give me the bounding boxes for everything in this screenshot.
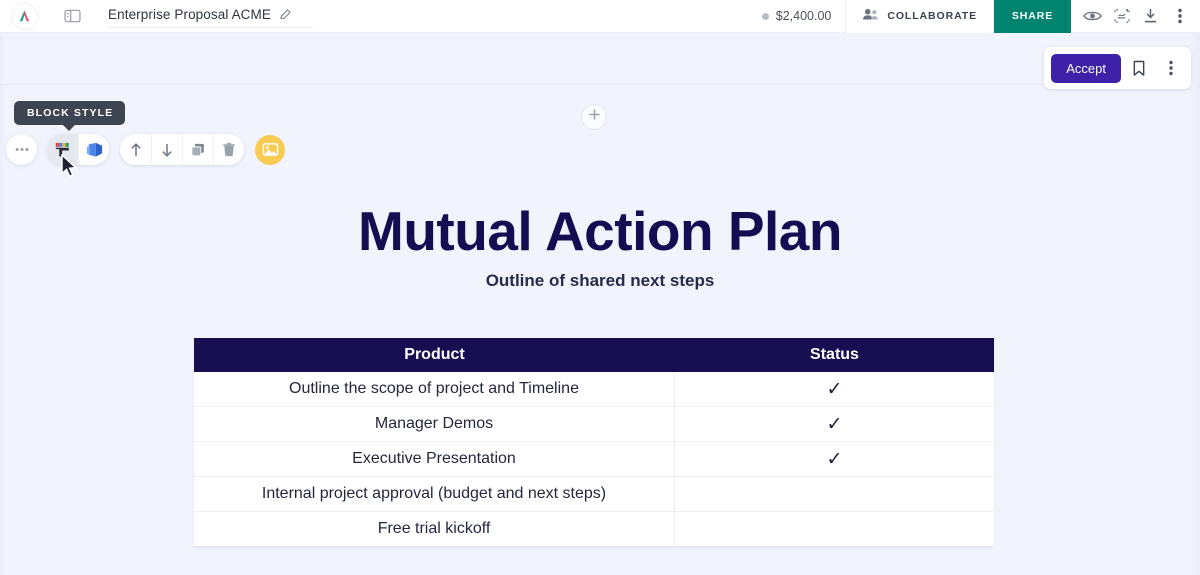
table-row[interactable]: Executive Presentation ✓ (194, 442, 994, 477)
cell-product: Manager Demos (194, 407, 675, 441)
table-header-row: Product Status (194, 338, 994, 372)
cell-product: Executive Presentation (194, 442, 675, 476)
app-logo[interactable] (7, 3, 41, 29)
table-row[interactable]: Internal project approval (budget and ne… (194, 477, 994, 512)
block-insert-divider (0, 84, 1200, 85)
bookmark-icon[interactable] (1125, 53, 1153, 83)
column-header-status: Status (810, 346, 859, 363)
add-block-button[interactable] (581, 104, 607, 130)
block-style-group (47, 134, 109, 165)
eye-icon[interactable] (1078, 0, 1107, 33)
page-subtitle: Outline of shared next steps (485, 271, 715, 290)
share-label: SHARE (1011, 10, 1054, 22)
image-icon[interactable] (255, 134, 285, 165)
more-vertical-icon[interactable] (1165, 0, 1194, 33)
price-status-dot (761, 12, 769, 20)
accept-button[interactable]: Accept (1051, 53, 1121, 83)
app-logo-icon (11, 3, 37, 29)
paint-roller-icon[interactable] (47, 134, 78, 165)
block-style-tooltip: BLOCK STYLE (14, 101, 126, 131)
document-canvas: BLOCK STYLE Accept Mutual Action Plan Ou… (0, 33, 1200, 575)
page-title: Mutual Action Plan (358, 200, 842, 262)
cell-product: Outline the scope of project and Timelin… (194, 372, 675, 406)
column-header-product: Product (404, 346, 465, 363)
trash-icon[interactable] (213, 134, 244, 165)
cell-status (675, 477, 994, 511)
plus-icon (588, 108, 601, 126)
cell-status: ✓ (826, 448, 843, 470)
block-actions-group (120, 134, 244, 165)
cell-status: ✓ (826, 378, 843, 400)
cell-status: ✓ (826, 413, 843, 435)
document-title-field[interactable]: Enterprise Proposal ACME (108, 4, 313, 28)
arrow-down-icon[interactable] (151, 134, 182, 165)
accept-panel: Accept (1044, 47, 1191, 89)
ellipsis-icon[interactable] (6, 134, 37, 165)
app-header: Enterprise Proposal ACME $2,400.00 COLLA… (0, 0, 1200, 33)
collaborate-button[interactable]: COLLABORATE (845, 0, 994, 33)
table-body: Outline the scope of project and Timelin… (194, 372, 994, 547)
document-title-text: Enterprise Proposal ACME (108, 7, 271, 22)
more-vertical-icon[interactable] (1157, 53, 1185, 83)
cell-product: Free trial kickoff (194, 512, 675, 546)
cell-product: Internal project approval (budget and ne… (194, 477, 675, 511)
share-button[interactable]: SHARE (994, 0, 1071, 33)
layers-icon[interactable] (78, 134, 109, 165)
arrow-up-icon[interactable] (120, 134, 151, 165)
tooltip-label: BLOCK STYLE (27, 107, 114, 119)
table-row[interactable]: Free trial kickoff (194, 512, 994, 547)
collaborate-label: COLLABORATE (887, 10, 977, 22)
table-row[interactable]: Outline the scope of project and Timelin… (194, 372, 994, 407)
download-icon[interactable] (1136, 0, 1165, 33)
action-plan-table: Product Status Outline the scope of proj… (194, 338, 994, 547)
pencil-icon[interactable] (279, 8, 292, 21)
people-icon (862, 7, 879, 25)
header-actions: $2,400.00 COLLABORATE SHARE (761, 0, 1200, 33)
price-value: $2,400.00 (775, 9, 832, 23)
cell-status (675, 512, 994, 546)
table-row[interactable]: Manager Demos ✓ (194, 407, 994, 442)
block-toolbar (6, 134, 285, 165)
side-panel-icon[interactable] (61, 5, 83, 27)
signature-icon[interactable] (1107, 0, 1136, 33)
duplicate-icon[interactable] (182, 134, 213, 165)
price-display: $2,400.00 (761, 9, 832, 23)
